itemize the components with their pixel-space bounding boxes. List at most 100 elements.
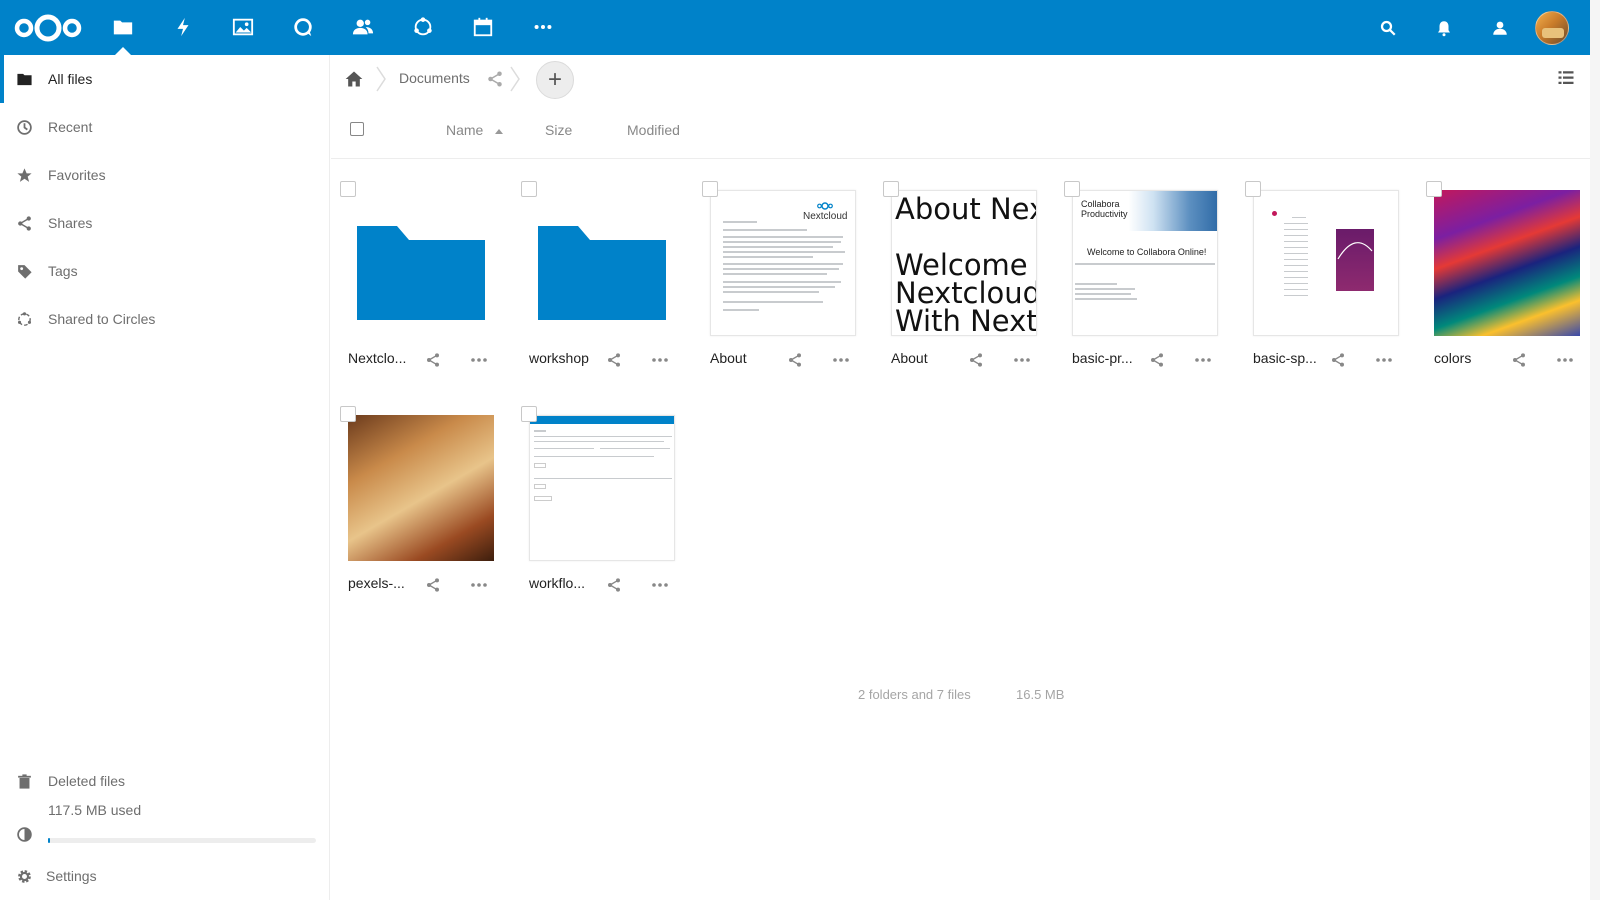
file-checkbox[interactable] [1245,181,1261,197]
share-icon[interactable] [486,70,504,88]
star-icon [14,165,34,185]
share-icon[interactable] [425,352,441,368]
sidebar-item-label: Tags [48,263,78,279]
file-name[interactable]: About [891,350,971,366]
column-name[interactable]: Name [446,122,483,138]
more-options-icon[interactable] [651,577,669,593]
file-name[interactable]: basic-sp... [1253,350,1333,366]
share-icon[interactable] [968,352,984,368]
total-size-summary: 16.5 MB [1016,687,1065,702]
more-options-icon[interactable] [1375,352,1393,368]
file-checkbox[interactable] [1426,181,1442,197]
file-checkbox[interactable] [340,406,356,422]
contacts-menu-icon[interactable] [1486,14,1514,42]
file-tile[interactable]: colors [1419,157,1595,367]
file-name[interactable]: About [710,350,790,366]
share-icon [14,213,34,233]
document-thumbnail[interactable]: Nextcloud [710,190,856,336]
sidebar-item-label: Favorites [48,167,106,183]
sidebar-item-tags[interactable]: Tags [0,247,330,295]
spreadsheet-thumbnail[interactable] [1253,190,1399,336]
slide-heading: Welcome to Collabora Online! [1087,247,1207,257]
breadcrumb-documents[interactable]: Documents [399,70,470,86]
circles-icon [14,309,34,329]
image-thumbnail[interactable] [348,415,494,561]
sidebar-item-all-files[interactable]: All files [0,55,330,103]
file-checkbox[interactable] [702,181,718,197]
quota-text: 117.5 MB used [48,802,142,818]
file-tile[interactable]: basic-sp... [1238,157,1414,367]
file-count-summary: 2 folders and 7 files [858,687,971,702]
contacts-icon[interactable] [348,12,378,42]
file-tile[interactable]: workshop [514,157,690,367]
more-options-icon[interactable] [651,352,669,368]
home-icon[interactable] [344,69,364,89]
more-options-icon[interactable] [470,352,488,368]
more-options-icon[interactable] [1013,352,1031,368]
folder-icon[interactable] [348,190,494,336]
file-tile[interactable]: workflo... [514,382,690,592]
sidebar-item-recent[interactable]: Recent [0,103,330,151]
nextcloud-logo[interactable] [14,12,82,44]
more-options-icon[interactable] [832,352,850,368]
more-options-icon[interactable] [470,577,488,593]
breadcrumb-separator [510,66,520,92]
sidebar-item-favorites[interactable]: Favorites [0,151,330,199]
file-tile[interactable]: pexels-... [333,382,509,592]
share-icon[interactable] [606,352,622,368]
file-name[interactable]: basic-pr... [1072,350,1152,366]
search-icon[interactable] [1374,14,1402,42]
file-name[interactable]: workshop [529,350,609,366]
file-tile[interactable]: About Nex Welcome t Nextcloud With Nextc… [876,157,1052,367]
file-tile[interactable]: Nextcloud About [695,157,871,367]
file-checkbox[interactable] [340,181,356,197]
talk-icon[interactable] [288,12,318,42]
share-icon[interactable] [1511,352,1527,368]
sidebar-item-label: Settings [46,868,97,884]
nextcloud-logo [817,202,833,210]
calendar-icon[interactable] [468,12,498,42]
gallery-icon[interactable] [228,12,258,42]
list-view-icon[interactable] [1557,69,1575,87]
notifications-icon[interactable] [1430,14,1458,42]
file-checkbox[interactable] [883,181,899,197]
top-header [0,0,1590,55]
circles-icon[interactable] [408,12,438,42]
page-scrollbar[interactable] [1590,0,1600,900]
folder-icon[interactable] [529,190,675,336]
share-icon[interactable] [1149,352,1165,368]
sidebar-item-shares[interactable]: Shares [0,199,330,247]
file-name[interactable]: colors [1434,350,1514,366]
file-checkbox[interactable] [1064,181,1080,197]
file-checkbox[interactable] [521,181,537,197]
files-icon[interactable] [108,12,138,42]
share-icon[interactable] [787,352,803,368]
file-name[interactable]: Nextclo... [348,350,428,366]
sidebar-item-shared-to-circles[interactable]: Shared to Circles [0,295,330,343]
user-avatar[interactable] [1535,11,1569,45]
file-tile[interactable]: Nextclo... [333,157,509,367]
screenshot-thumbnail[interactable] [529,415,675,561]
thumbnail-text-line: Nextcloud [895,276,1037,310]
share-icon[interactable] [1330,352,1346,368]
share-icon[interactable] [425,577,441,593]
file-name[interactable]: workflo... [529,575,609,591]
text-thumbnail[interactable]: About Nex Welcome t Nextcloud With Nextc [891,190,1037,336]
column-modified[interactable]: Modified [627,122,680,138]
more-apps-icon[interactable] [528,12,558,42]
image-thumbnail[interactable] [1434,190,1580,336]
new-file-button[interactable]: + [536,61,574,99]
sidebar-item-settings[interactable]: Settings [0,852,330,900]
file-tile[interactable]: Collabora Productivity Welcome to Collab… [1057,157,1233,367]
clock-icon [14,117,34,137]
share-icon[interactable] [606,577,622,593]
column-size[interactable]: Size [545,122,572,138]
more-options-icon[interactable] [1556,352,1574,368]
file-checkbox[interactable] [521,406,537,422]
sidebar-item-label: Deleted files [48,773,126,789]
file-name[interactable]: pexels-... [348,575,428,591]
presentation-thumbnail[interactable]: Collabora Productivity Welcome to Collab… [1072,190,1218,336]
more-options-icon[interactable] [1194,352,1212,368]
activity-icon[interactable] [168,12,198,42]
select-all-checkbox[interactable] [350,122,364,136]
